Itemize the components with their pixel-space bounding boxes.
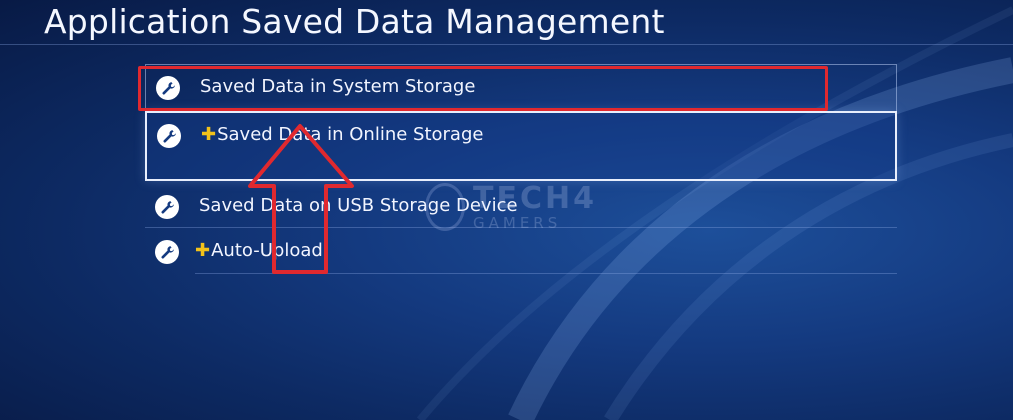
watermark-bottom: GAMERS [473, 213, 562, 232]
ps-plus-icon: ✚ [201, 124, 217, 145]
watermark: TECH4 GAMERS [425, 183, 597, 231]
annotation-up-arrow-icon [248, 124, 354, 274]
watermark-top: TECH4 [473, 180, 597, 216]
title-divider [0, 44, 1013, 45]
annotation-highlight-box [138, 66, 828, 111]
wrench-icon [157, 124, 181, 148]
wrench-icon [155, 195, 179, 219]
ps-plus-icon: ✚ [195, 240, 211, 261]
page-title: Application Saved Data Management [44, 2, 665, 41]
wrench-icon [155, 240, 179, 264]
watermark-logo-icon [425, 183, 465, 231]
